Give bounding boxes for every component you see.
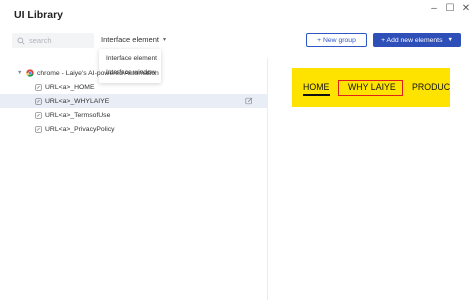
chrome-icon bbox=[26, 69, 34, 77]
filter-label: Interface element bbox=[101, 35, 159, 44]
tree-item-termsofuse[interactable]: URL<a>_TermsofUse bbox=[0, 108, 267, 122]
add-new-elements-label: + Add new elements bbox=[381, 36, 443, 44]
tree-item-whylaiye[interactable]: URL<a>_WHYLAIYE bbox=[0, 94, 267, 108]
window-title: UI Library bbox=[14, 9, 64, 21]
element-preview: HOME WHY LAIYE PRODUCT bbox=[292, 68, 450, 107]
expand-arrow-icon[interactable]: ▼ bbox=[17, 70, 23, 76]
element-icon bbox=[35, 83, 42, 91]
title-bar: UI Library – ☐ ✕ bbox=[0, 0, 474, 28]
close-button[interactable]: ✕ bbox=[458, 0, 474, 16]
tree-root-chrome[interactable]: ▼ chrome - Laiye's AI-powered Automation bbox=[0, 66, 267, 80]
highlight-box bbox=[338, 80, 403, 96]
caret-down-icon: ▼ bbox=[447, 37, 453, 43]
new-group-button[interactable]: + New group bbox=[306, 33, 367, 47]
element-icon bbox=[35, 97, 42, 105]
element-type-filter[interactable]: Interface element ▾ bbox=[101, 35, 166, 44]
element-icon bbox=[35, 125, 42, 133]
search-input[interactable] bbox=[29, 36, 89, 45]
tree-item-label: URL<a>_TermsofUse bbox=[45, 111, 111, 119]
tree-root-label: chrome - Laiye's AI-powered Automation bbox=[37, 69, 159, 77]
search-box[interactable] bbox=[12, 33, 94, 48]
add-new-elements-button[interactable]: + Add new elements ▼ bbox=[373, 33, 461, 47]
home-underline bbox=[303, 94, 330, 96]
preview-nav-product: PRODUCT bbox=[412, 82, 450, 92]
option-interface-element[interactable]: Interface element bbox=[99, 52, 161, 66]
search-icon bbox=[17, 36, 25, 45]
element-tree: ▼ chrome - Laiye's AI-powered Automation… bbox=[0, 66, 267, 136]
tree-item-home[interactable]: URL<a>_HOME bbox=[0, 80, 267, 94]
preview-nav-home: HOME bbox=[303, 82, 330, 92]
edit-icon[interactable] bbox=[245, 97, 253, 105]
tree-item-label: URL<a>_WHYLAIYE bbox=[45, 97, 110, 105]
window-controls: – ☐ ✕ bbox=[426, 0, 474, 16]
tree-item-label: URL<a>_HOME bbox=[45, 83, 95, 91]
element-icon bbox=[35, 111, 42, 119]
maximize-button[interactable]: ☐ bbox=[442, 0, 458, 16]
chevron-down-icon: ▾ bbox=[162, 37, 166, 43]
tree-item-label: URL<a>_PrivacyPolicy bbox=[45, 125, 115, 133]
tree-item-privacypolicy[interactable]: URL<a>_PrivacyPolicy bbox=[0, 122, 267, 136]
panel-divider bbox=[267, 58, 268, 300]
minimize-button[interactable]: – bbox=[426, 0, 442, 16]
